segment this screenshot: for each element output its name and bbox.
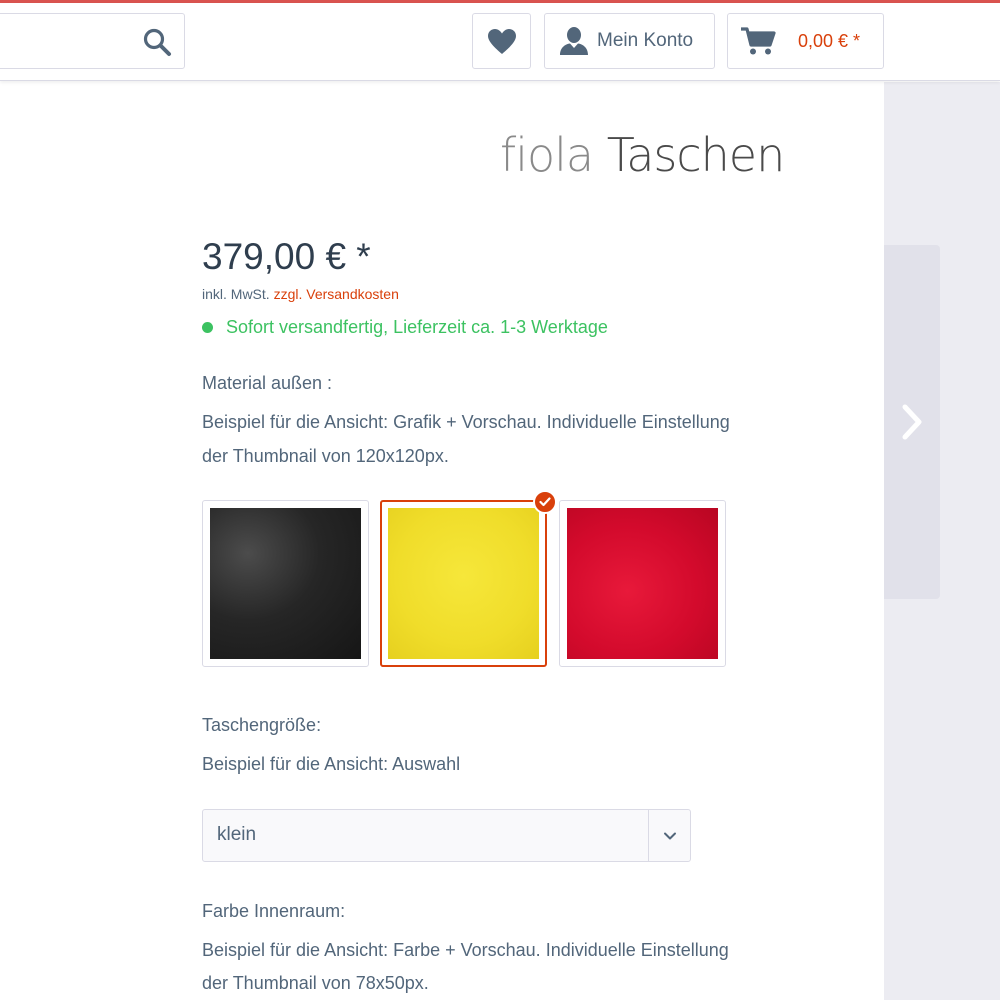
tax-prefix: inkl. MwSt.	[202, 286, 270, 302]
next-slide-button[interactable]	[884, 245, 940, 599]
wishlist-button[interactable]	[472, 13, 531, 69]
swatch-red-image	[567, 508, 718, 659]
account-label: Mein Konto	[597, 30, 694, 51]
interior-desc-line2: der Thumbnail von 78x50px.	[202, 973, 429, 993]
swatch-yellow-image	[388, 508, 539, 659]
user-icon	[560, 27, 588, 55]
size-label: Taschengröße:	[202, 715, 322, 735]
size-select[interactable]: klein	[202, 809, 691, 862]
brand-logo-part2: Taschen	[606, 128, 786, 182]
swatch-yellow[interactable]	[380, 490, 557, 667]
material-desc-line1: Beispiel für die Ansicht: Grafik + Vorsc…	[202, 412, 730, 432]
size-select-value: klein	[217, 824, 257, 845]
swatch-red[interactable]	[559, 500, 726, 667]
size-desc: Beispiel für die Ansicht: Auswahl	[202, 754, 461, 774]
account-button[interactable]: Mein Konto	[544, 13, 715, 69]
material-label: Material außen :	[202, 373, 333, 393]
size-select-toggle[interactable]	[648, 810, 690, 861]
interior-label: Farbe Innenraum:	[202, 901, 346, 921]
selected-check-icon	[533, 490, 557, 514]
product-price: 379,00 € *	[202, 236, 371, 277]
delivery-text: Sofort versandfertig, Lieferzeit ca. 1-3…	[226, 317, 608, 337]
heart-icon	[487, 28, 516, 54]
cart-total: 0,00 € *	[798, 30, 861, 51]
search-input[interactable]	[0, 13, 185, 69]
swatch-black-image	[210, 508, 361, 659]
header: Mein Konto 0,00 € *	[0, 3, 1000, 81]
tax-info: inkl. MwSt. zzgl. Versandkosten	[202, 286, 399, 302]
brand-logo-part1: fiola	[500, 128, 594, 182]
chevron-down-icon	[663, 832, 676, 839]
delivery-status: Sofort versandfertig, Lieferzeit ca. 1-3…	[202, 317, 608, 338]
brand-logo: fiola Taschen	[500, 128, 802, 188]
material-desc-line2: der Thumbnail von 120x120px.	[202, 446, 449, 466]
search-icon[interactable]	[142, 27, 172, 57]
shipping-cost-link[interactable]: zzgl. Versandkosten	[274, 286, 399, 302]
interior-desc-line1: Beispiel für die Ansicht: Farbe + Vorsch…	[202, 940, 729, 960]
status-dot-icon	[202, 322, 213, 333]
swatch-black[interactable]	[202, 500, 369, 667]
cart-button[interactable]: 0,00 € *	[727, 13, 884, 69]
chevron-right-icon	[902, 404, 922, 440]
cart-icon	[741, 27, 776, 55]
